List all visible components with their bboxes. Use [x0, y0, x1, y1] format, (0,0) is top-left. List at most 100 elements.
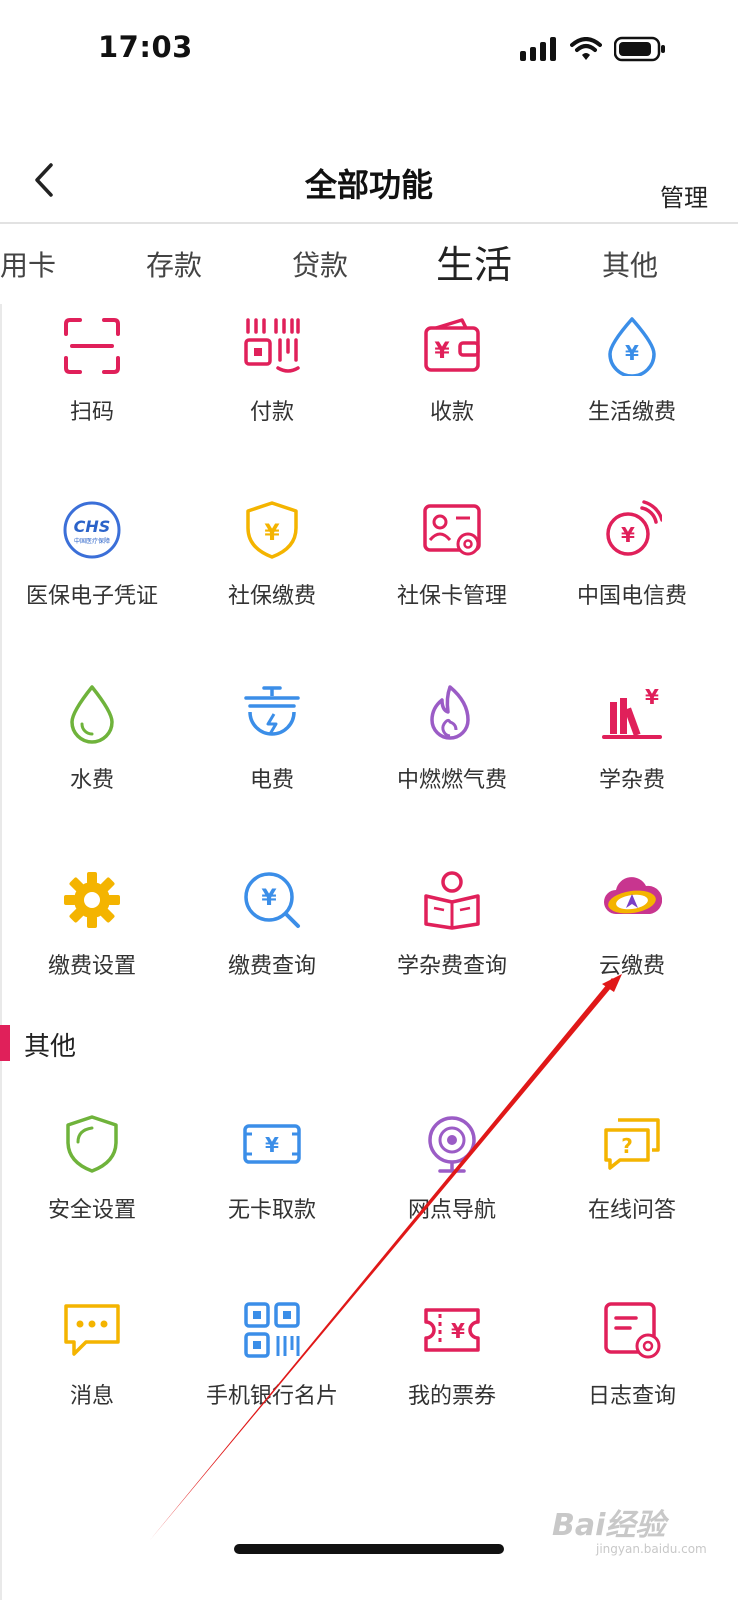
gear-icon	[64, 872, 120, 928]
nav-bar: 全部功能 管理	[0, 140, 738, 224]
svg-text:CHS: CHS	[74, 517, 111, 536]
tab-deposit[interactable]: 存款	[146, 244, 202, 284]
function-label: 在线问答	[587, 1198, 676, 1223]
social-security-card-icon	[423, 504, 481, 556]
gas-flame-icon	[430, 685, 470, 740]
function-label: 中国电信费	[576, 584, 687, 609]
function-item-cardless[interactable]: ¥ 无卡取款	[180, 1114, 364, 1264]
telecom-fee-icon: ¥	[606, 500, 662, 556]
scan-icon	[64, 318, 120, 374]
online-qa-icon: ?	[604, 1118, 660, 1170]
function-label: 医保电子凭证	[25, 584, 158, 609]
function-item-branch-nav[interactable]: 网点导航	[360, 1114, 544, 1264]
function-item-electricity[interactable]: 电费	[180, 684, 364, 834]
medical-insurance-icon: CHS 中国医疗保障	[63, 501, 121, 559]
branch-navigation-icon	[428, 1116, 476, 1173]
function-label: 生活缴费	[587, 400, 676, 425]
status-bar: 17:03	[0, 0, 738, 100]
function-item-log-query[interactable]: 日志查询	[540, 1300, 724, 1450]
payment-code-icon	[244, 318, 300, 373]
signal-icon	[520, 37, 556, 61]
function-item-water[interactable]: 水费	[0, 684, 184, 834]
function-label: 学杂费查询	[396, 954, 507, 979]
function-label: 社保卡管理	[396, 584, 507, 609]
function-item-fee-settings[interactable]: 缴费设置	[0, 870, 184, 1020]
receive-money-icon: ¥	[424, 318, 480, 372]
student-reading-icon	[424, 871, 480, 930]
function-item-social-security[interactable]: ¥ 社保缴费	[180, 500, 364, 650]
function-item-message[interactable]: 消息	[0, 1300, 184, 1450]
section-title: 其他	[24, 1032, 77, 1062]
svg-text:¥: ¥	[264, 521, 280, 546]
water-drop-icon	[70, 685, 114, 744]
watermark-logo: Bai经验	[552, 1508, 666, 1543]
function-item-fee-query[interactable]: ¥ 缴费查询	[180, 870, 364, 1020]
tab-life[interactable]: 生活	[436, 234, 512, 289]
svg-text:¥: ¥	[434, 339, 450, 364]
function-label: 电费	[249, 768, 294, 793]
tab-credit-card[interactable]: 用卡	[0, 244, 56, 284]
function-item-business-card[interactable]: 手机银行名片	[180, 1300, 364, 1450]
svg-text:?: ?	[621, 1134, 633, 1158]
section-accent-bar	[0, 1025, 10, 1061]
log-query-icon	[604, 1302, 661, 1359]
function-label: 消息	[69, 1384, 114, 1409]
function-label: 我的票券	[407, 1384, 496, 1409]
function-label: 网点导航	[407, 1198, 496, 1223]
function-label: 无卡取款	[227, 1198, 316, 1223]
function-label: 付款	[249, 400, 294, 425]
function-item-receive[interactable]: ¥ 收款	[360, 316, 544, 466]
function-label: 社保缴费	[227, 584, 316, 609]
status-time: 17:03	[98, 30, 193, 64]
function-item-tuition[interactable]: ¥ 学杂费	[540, 684, 724, 834]
tab-other[interactable]: 其他	[602, 244, 658, 284]
function-item-tuition-query[interactable]: 学杂费查询	[360, 870, 544, 1020]
function-item-utility[interactable]: ¥ 生活缴费	[540, 316, 724, 466]
svg-text:¥: ¥	[645, 685, 659, 709]
cloud-payment-icon	[604, 877, 662, 914]
tuition-books-icon: ¥	[602, 685, 662, 739]
function-label: 缴费设置	[47, 954, 136, 979]
qr-business-card-icon	[244, 1302, 300, 1358]
svg-text:¥: ¥	[265, 1133, 279, 1157]
function-item-social-card[interactable]: 社保卡管理	[360, 500, 544, 650]
function-label: 云缴费	[598, 954, 665, 979]
page-title: 全部功能	[304, 166, 433, 204]
home-indicator	[234, 1544, 504, 1554]
function-item-security[interactable]: 安全设置	[0, 1114, 184, 1264]
manage-button[interactable]: 管理	[660, 178, 708, 213]
svg-text:¥: ¥	[451, 1319, 465, 1343]
function-label: 日志查询	[587, 1384, 676, 1409]
social-security-shield-icon: ¥	[246, 501, 298, 559]
watermark-url: jingyan.baidu.com	[596, 1542, 707, 1556]
coupon-ticket-icon: ¥	[424, 1308, 480, 1352]
fee-search-icon: ¥	[244, 872, 300, 928]
function-label: 扫码	[69, 400, 114, 425]
function-label: 学杂费	[598, 768, 665, 793]
electricity-icon	[244, 686, 300, 736]
cardless-withdrawal-icon: ¥	[243, 1124, 301, 1164]
function-label: 中燃燃气费	[396, 768, 507, 793]
function-item-medical-insurance[interactable]: CHS 中国医疗保障 医保电子凭证	[0, 500, 184, 650]
svg-text:¥: ¥	[625, 341, 639, 365]
function-item-online-qa[interactable]: ? 在线问答	[540, 1114, 724, 1264]
security-shield-icon	[66, 1115, 118, 1173]
battery-icon	[614, 36, 665, 62]
function-item-coupons[interactable]: ¥ 我的票券	[360, 1300, 544, 1450]
status-icons	[520, 34, 666, 64]
function-item-cloud-payment[interactable]: 云缴费	[540, 870, 724, 1020]
function-item-pay[interactable]: 付款	[180, 316, 364, 466]
svg-text:¥: ¥	[621, 523, 635, 547]
message-icon	[64, 1304, 120, 1356]
function-label: 水费	[69, 768, 114, 793]
function-label: 手机银行名片	[205, 1384, 338, 1409]
function-label: 收款	[429, 400, 474, 425]
function-item-scan[interactable]: 扫码	[0, 316, 184, 466]
tab-loan[interactable]: 贷款	[292, 244, 348, 284]
function-label: 缴费查询	[227, 954, 316, 979]
function-item-telecom[interactable]: ¥ 中国电信费	[540, 500, 724, 650]
svg-text:¥: ¥	[261, 886, 277, 911]
category-tabs: 用卡 存款 贷款 生活 其他	[0, 226, 738, 302]
svg-text:中国医疗保障: 中国医疗保障	[74, 537, 110, 545]
function-item-gas[interactable]: 中燃燃气费	[360, 684, 544, 834]
